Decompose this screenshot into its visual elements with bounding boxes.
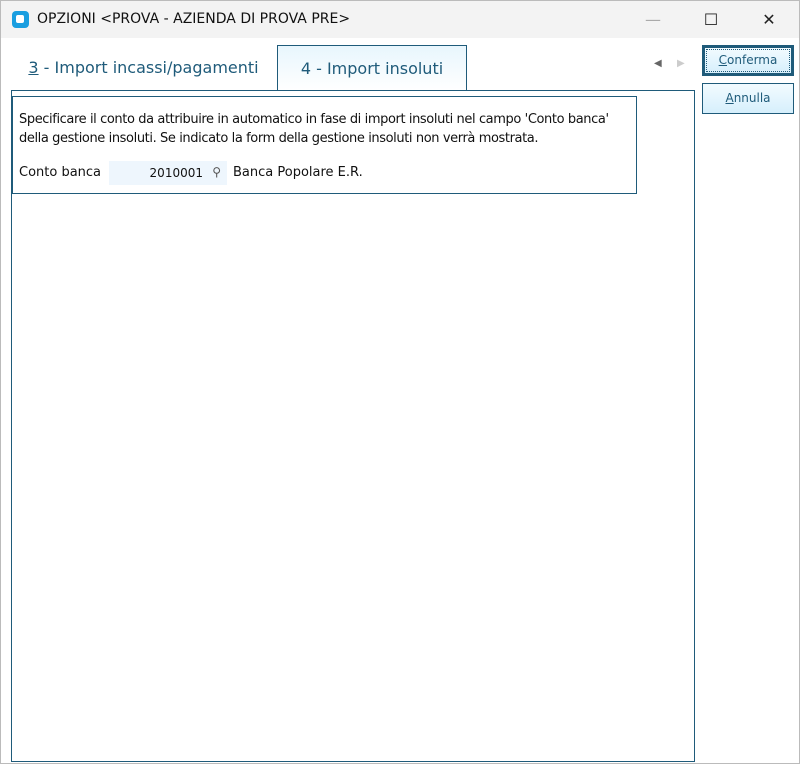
maximize-button[interactable]: ☐ [691, 7, 731, 33]
cancel-button[interactable]: Annulla [702, 83, 794, 114]
tab-prev-icon[interactable]: ◀ [654, 58, 662, 69]
shortcut-key: C [718, 53, 728, 67]
description-line: Specificare il conto da attribuire in au… [19, 112, 609, 127]
minimize-button[interactable]: — [633, 7, 673, 33]
shortcut-key: A [725, 91, 734, 105]
tab-import-incassi-pagamenti[interactable]: 3 - Import incassi/pagamenti [11, 45, 276, 89]
conto-banca-input[interactable]: 2010001 ⚲ [109, 161, 227, 185]
window-title: OPZIONI <PROVA - AZIENDA DI PROVA PRE> [37, 11, 351, 27]
search-icon[interactable]: ⚲ [212, 165, 221, 179]
options-window: OPZIONI <PROVA - AZIENDA DI PROVA PRE> —… [0, 0, 800, 764]
app-logo-icon [12, 11, 29, 28]
conto-banca-label: Conto banca [19, 165, 102, 180]
description-text: Specificare il conto da attribuire in au… [19, 110, 609, 148]
description-line: della gestione insoluti. Se indicato la … [19, 131, 539, 146]
close-button[interactable]: ✕ [749, 7, 789, 33]
button-label: onferma [727, 53, 778, 67]
tab-label: - Import incassi/pagamenti [38, 58, 259, 77]
account-name: Banca Popolare E.R. [233, 165, 363, 180]
tab-import-insoluti[interactable]: 4 - Import insoluti [277, 45, 467, 91]
confirm-button[interactable]: Conferma [702, 45, 794, 76]
button-label: nnulla [733, 91, 771, 105]
conto-banca-value: 2010001 [149, 166, 203, 180]
tab-next-icon[interactable]: ▶ [677, 58, 685, 69]
title-bar: OPZIONI <PROVA - AZIENDA DI PROVA PRE> —… [1, 1, 799, 38]
tab-shortcut-key: 3 [28, 58, 39, 77]
